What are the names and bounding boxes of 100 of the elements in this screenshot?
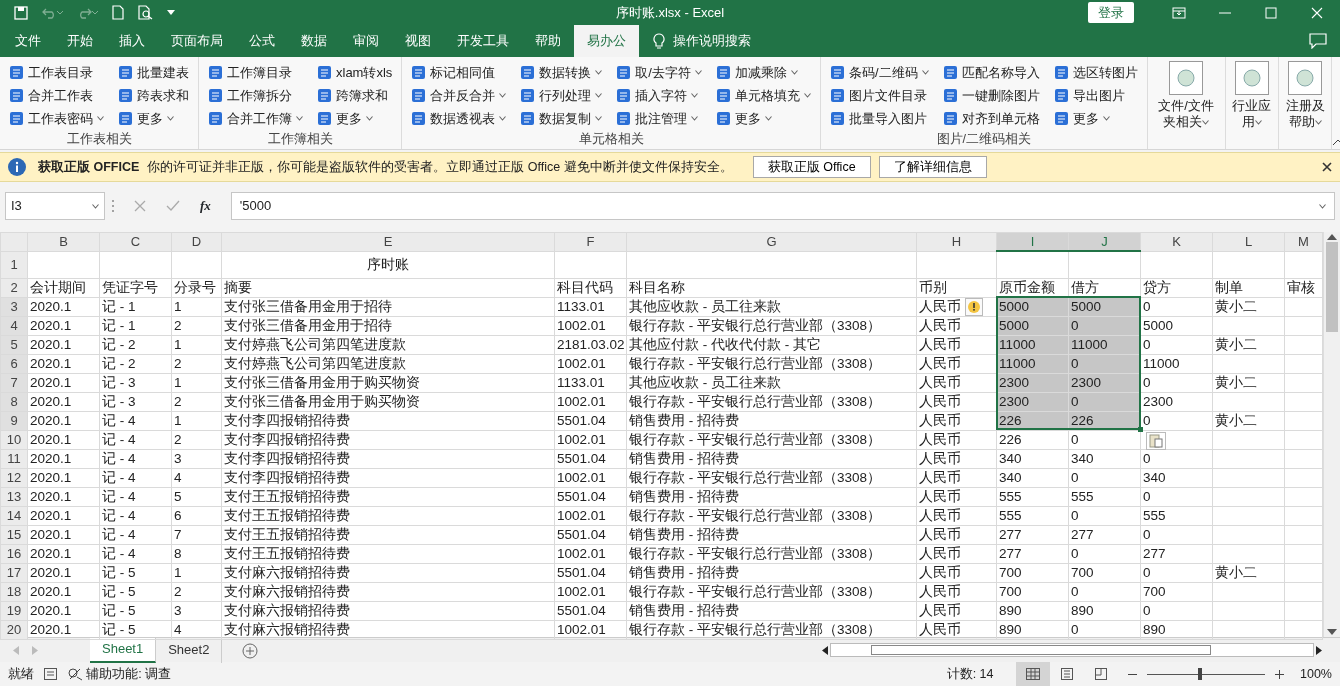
table-cell[interactable]: 支付婷燕飞公司第四笔进度款 bbox=[221, 354, 555, 373]
table-cell[interactable]: 销售费用 - 招待费 bbox=[626, 449, 917, 468]
ribbon-button[interactable]: 导出图片 bbox=[1050, 84, 1141, 107]
table-cell[interactable]: 原币金额 bbox=[996, 278, 1069, 297]
table-cell[interactable]: 2020.1 bbox=[27, 582, 100, 601]
ribbon-tab[interactable]: 插入 bbox=[106, 25, 158, 57]
ribbon-button[interactable]: 图片文件目录 bbox=[826, 84, 932, 107]
table-cell[interactable]: 2020.1 bbox=[27, 468, 100, 487]
table-cell[interactable]: 支付李四报销招待费 bbox=[221, 411, 555, 430]
table-cell[interactable]: 340 bbox=[1068, 449, 1141, 468]
table-cell[interactable]: 1 bbox=[171, 335, 222, 354]
table-cell[interactable]: 2020.1 bbox=[27, 373, 100, 392]
table-cell[interactable]: 0 bbox=[1140, 525, 1213, 544]
table-cell[interactable]: 1002.01 bbox=[554, 506, 627, 525]
ribbon-button[interactable]: 合并工作簿 bbox=[205, 107, 306, 130]
table-cell[interactable]: 科目代码 bbox=[554, 278, 627, 297]
table-cell[interactable]: 1 bbox=[171, 297, 222, 316]
table-cell[interactable]: 2020.1 bbox=[27, 601, 100, 620]
name-box[interactable]: I3 bbox=[5, 192, 105, 220]
table-cell[interactable]: 支付王五报销招待费 bbox=[221, 544, 555, 563]
table-cell[interactable]: 1133.01 bbox=[554, 297, 627, 316]
table-cell[interactable]: 销售费用 - 招待费 bbox=[626, 563, 917, 582]
table-cell[interactable]: 销售费用 - 招待费 bbox=[626, 525, 917, 544]
table-cell[interactable]: 8 bbox=[171, 544, 222, 563]
table-cell[interactable]: 2020.1 bbox=[27, 411, 100, 430]
table-cell[interactable]: 贷方 bbox=[1140, 278, 1213, 297]
table-cell[interactable]: 2020.1 bbox=[27, 544, 100, 563]
ribbon-button[interactable]: 数据复制 bbox=[517, 107, 606, 130]
table-cell[interactable]: 2020.1 bbox=[27, 430, 100, 449]
table-cell[interactable]: 0 bbox=[1140, 335, 1213, 354]
table-cell[interactable]: 277 bbox=[996, 525, 1069, 544]
table-cell[interactable]: 1002.01 bbox=[554, 468, 627, 487]
table-cell[interactable]: 1002.01 bbox=[554, 316, 627, 335]
ribbon-tab[interactable]: 开发工具 bbox=[444, 25, 522, 57]
table-cell[interactable]: 2 bbox=[171, 430, 222, 449]
ribbon-button[interactable]: 工作表密码 bbox=[6, 107, 107, 130]
table-cell[interactable]: 记 - 4 bbox=[99, 525, 172, 544]
table-cell[interactable]: 0 bbox=[1068, 582, 1141, 601]
ribbon-button[interactable]: 更多 bbox=[712, 107, 814, 130]
table-cell[interactable]: 0 bbox=[1140, 487, 1213, 506]
accessibility-status[interactable]: 辅助功能: 调查 bbox=[67, 664, 172, 684]
table-cell[interactable]: 5501.04 bbox=[554, 563, 627, 582]
ribbon-button[interactable]: 合并工作表 bbox=[6, 84, 107, 107]
horizontal-scrollbar[interactable] bbox=[822, 642, 1322, 658]
column-header[interactable]: D bbox=[171, 232, 222, 251]
table-cell[interactable]: 0 bbox=[1140, 601, 1213, 620]
ribbon-button[interactable]: 跨表求和 bbox=[115, 84, 192, 107]
table-cell[interactable]: 890 bbox=[1068, 601, 1141, 620]
message-button[interactable]: 了解详细信息 bbox=[878, 155, 987, 179]
table-cell[interactable]: 会计期间 bbox=[27, 278, 100, 297]
table-cell[interactable]: 记 - 3 bbox=[99, 373, 172, 392]
column-header[interactable]: L bbox=[1212, 232, 1285, 251]
table-cell[interactable]: 0 bbox=[1068, 506, 1141, 525]
table-cell[interactable]: 人民币 bbox=[916, 392, 997, 411]
paste-options-icon[interactable] bbox=[1145, 432, 1166, 450]
table-cell[interactable]: 审核 bbox=[1284, 278, 1323, 297]
message-button[interactable]: 获取正版 Office bbox=[752, 155, 871, 179]
table-cell[interactable]: 2020.1 bbox=[27, 335, 100, 354]
sheet-title[interactable]: 序时账 bbox=[221, 251, 555, 278]
fill-handle[interactable] bbox=[1137, 427, 1143, 432]
sheet-tab[interactable]: Sheet1 bbox=[90, 637, 157, 663]
table-cell[interactable]: 记 - 4 bbox=[99, 544, 172, 563]
table-cell[interactable]: 2300 bbox=[1140, 392, 1213, 411]
table-cell[interactable]: 人民币 bbox=[916, 563, 997, 582]
table-cell[interactable]: 5501.04 bbox=[554, 601, 627, 620]
table-cell[interactable]: 2 bbox=[171, 392, 222, 411]
table-cell[interactable]: 销售费用 - 招待费 bbox=[626, 601, 917, 620]
ribbon-button[interactable]: 取/去字符 bbox=[613, 61, 705, 84]
table-cell[interactable]: 2020.1 bbox=[27, 354, 100, 373]
table-cell[interactable]: 其他应收款 - 员工往来款 bbox=[626, 297, 917, 316]
ribbon-large-button[interactable]: 行业应用 bbox=[1225, 57, 1279, 149]
table-cell[interactable]: 凭证字号 bbox=[99, 278, 172, 297]
table-cell[interactable]: 7 bbox=[171, 525, 222, 544]
scroll-thumb[interactable] bbox=[1326, 242, 1338, 332]
table-cell[interactable]: 支付麻六报销招待费 bbox=[221, 582, 555, 601]
table-cell[interactable]: 700 bbox=[996, 582, 1069, 601]
ribbon-button[interactable]: xlam转xls bbox=[314, 61, 396, 84]
ribbon-large-button[interactable]: 注册及帮助 bbox=[1278, 57, 1333, 149]
column-header[interactable]: F bbox=[554, 232, 627, 251]
table-cell[interactable]: 5501.04 bbox=[554, 525, 627, 544]
table-cell[interactable]: 销售费用 - 招待费 bbox=[626, 487, 917, 506]
table-cell[interactable]: 6 bbox=[171, 506, 222, 525]
table-cell[interactable]: 5 bbox=[171, 487, 222, 506]
table-cell[interactable]: 1002.01 bbox=[554, 544, 627, 563]
table-cell[interactable]: 0 bbox=[1140, 373, 1213, 392]
table-cell[interactable]: 1 bbox=[171, 563, 222, 582]
ribbon-button[interactable]: 批注管理 bbox=[613, 107, 705, 130]
table-cell[interactable]: 890 bbox=[996, 601, 1069, 620]
table-cell[interactable]: 记 - 4 bbox=[99, 449, 172, 468]
ribbon-large-button[interactable]: 文件/文件夹相关 bbox=[1147, 57, 1226, 149]
table-cell[interactable]: 银行存款 - 平安银行总行营业部（3308） bbox=[626, 316, 917, 335]
ribbon-button[interactable]: 更多 bbox=[115, 107, 192, 130]
table-cell[interactable]: 277 bbox=[996, 544, 1069, 563]
column-header[interactable]: I bbox=[996, 232, 1069, 251]
zoom-percent[interactable]: 100% bbox=[1300, 664, 1332, 684]
ribbon-button[interactable]: 行列处理 bbox=[517, 84, 606, 107]
table-cell[interactable]: 银行存款 - 平安银行总行营业部（3308） bbox=[626, 354, 917, 373]
table-cell[interactable]: 其他应收款 - 员工往来款 bbox=[626, 373, 917, 392]
table-cell[interactable]: 1 bbox=[171, 373, 222, 392]
table-cell[interactable]: 5501.04 bbox=[554, 487, 627, 506]
